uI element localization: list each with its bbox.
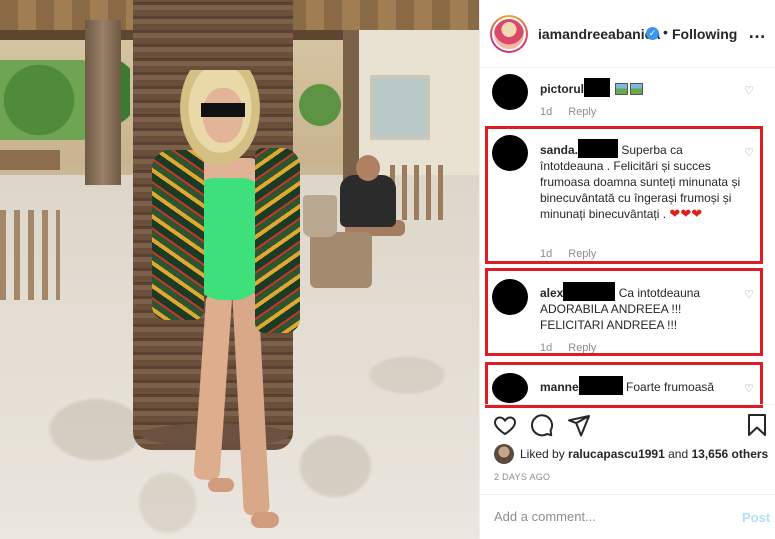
redaction-bar [584, 78, 610, 97]
reply-button[interactable]: Reply [568, 106, 596, 118]
likes-text: Liked by ralucapascu1991 and 13,656 othe… [520, 447, 768, 461]
picture-emoji-icon [630, 83, 644, 95]
following-button[interactable]: Following [672, 26, 737, 42]
liker-avatar[interactable] [494, 444, 514, 464]
commenter-username[interactable]: pictorul [540, 82, 584, 96]
seated-man [340, 175, 396, 227]
highlight-box [485, 362, 763, 408]
sunglasses [201, 103, 245, 117]
straw-bag [303, 195, 337, 237]
wooden-stool [310, 232, 372, 288]
comment-icon[interactable] [530, 413, 554, 437]
post-header: iamandreeabanica ✓ • Following … [480, 0, 775, 68]
likes-count[interactable]: 13,656 others [692, 447, 769, 461]
wooden-pillar-right [343, 30, 359, 180]
more-options-icon[interactable]: … [748, 22, 767, 43]
background-plant [290, 70, 350, 140]
highlight-box [485, 126, 763, 264]
verified-badge-icon: ✓ [646, 27, 659, 40]
post-actions [480, 404, 775, 444]
woman-left-foot [208, 478, 234, 492]
likes-prefix: Liked by [520, 447, 565, 461]
background-chair-right [390, 165, 450, 220]
patterned-cardigan-left [152, 150, 204, 320]
add-comment-bar: Post [480, 494, 775, 539]
background-table [0, 150, 60, 170]
profile-avatar[interactable] [492, 17, 526, 51]
comment-text: pictorul [540, 78, 744, 97]
commenter-avatar[interactable] [492, 74, 528, 110]
post-button[interactable]: Post [742, 510, 770, 525]
background-chair [0, 210, 60, 300]
liker-username[interactable]: ralucapascu1991 [568, 447, 665, 461]
share-icon[interactable] [567, 413, 591, 437]
woman-right-foot [251, 512, 279, 528]
bookmark-icon[interactable] [745, 413, 769, 437]
patterned-cardigan-right [255, 148, 300, 333]
heart-icon[interactable] [493, 413, 517, 437]
profile-username[interactable]: iamandreeabanica [538, 26, 660, 42]
comment-meta: 1d Reply [540, 106, 612, 118]
story-ring[interactable] [490, 15, 528, 53]
post-side-panel: iamandreeabanica ✓ • Following … pictoru… [479, 0, 775, 539]
likes-middle: and [668, 447, 689, 461]
header-separator: • [663, 24, 668, 40]
highlight-box [485, 268, 763, 356]
likes-summary: Liked by ralucapascu1991 and 13,656 othe… [494, 444, 774, 466]
comment-time: 1d [540, 106, 553, 118]
comment-item: pictorul ♡ 1d Reply [480, 72, 775, 124]
picture-emoji-icon [615, 83, 629, 95]
seated-man-head [356, 155, 380, 181]
like-comment-heart-icon[interactable]: ♡ [744, 86, 754, 97]
add-comment-input[interactable] [494, 509, 714, 524]
background-window [370, 75, 430, 140]
post-timestamp[interactable]: 2 DAYS AGO [494, 472, 550, 482]
post-photo[interactable] [0, 0, 479, 539]
wooden-pillar-left [85, 20, 121, 185]
